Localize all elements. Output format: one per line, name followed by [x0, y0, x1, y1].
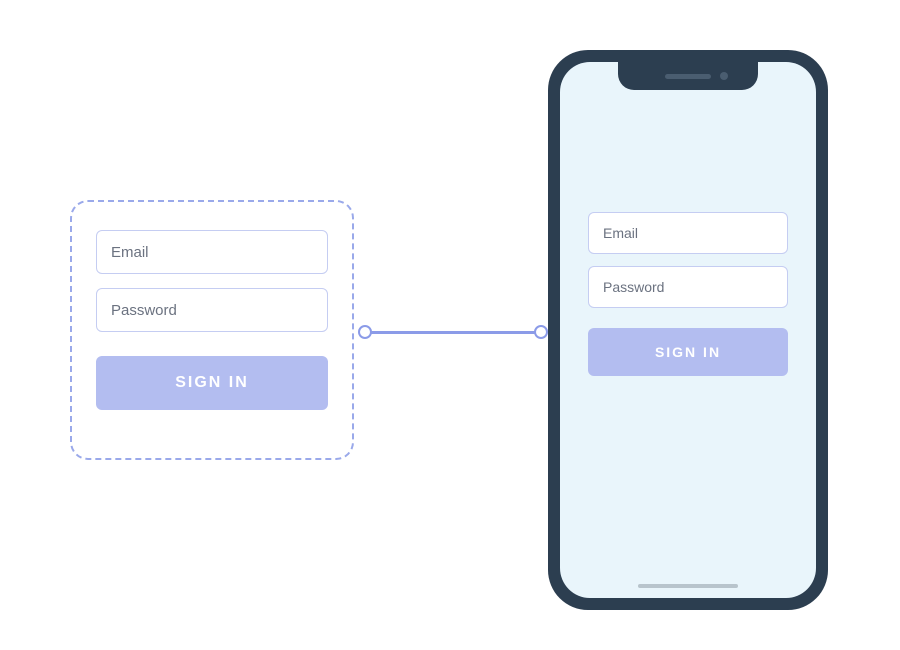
signin-button[interactable]: SIGN IN: [588, 328, 788, 376]
email-field[interactable]: [588, 212, 788, 254]
phone-notch: [618, 62, 758, 90]
speaker-icon: [665, 74, 711, 79]
home-indicator: [638, 584, 738, 588]
signin-button[interactable]: SIGN IN: [96, 356, 328, 410]
phone-screen: SIGN IN: [560, 62, 816, 598]
login-form: SIGN IN: [588, 212, 788, 376]
connector-endpoint-left: [358, 325, 372, 339]
connector-endpoint-right: [534, 325, 548, 339]
connector-line: [365, 331, 541, 334]
login-component-wireframe: SIGN IN: [70, 200, 354, 460]
password-field[interactable]: [588, 266, 788, 308]
camera-icon: [720, 72, 728, 80]
phone-mockup: SIGN IN: [548, 50, 828, 610]
email-field[interactable]: [96, 230, 328, 274]
password-field[interactable]: [96, 288, 328, 332]
component-to-device-connector: [358, 325, 548, 339]
